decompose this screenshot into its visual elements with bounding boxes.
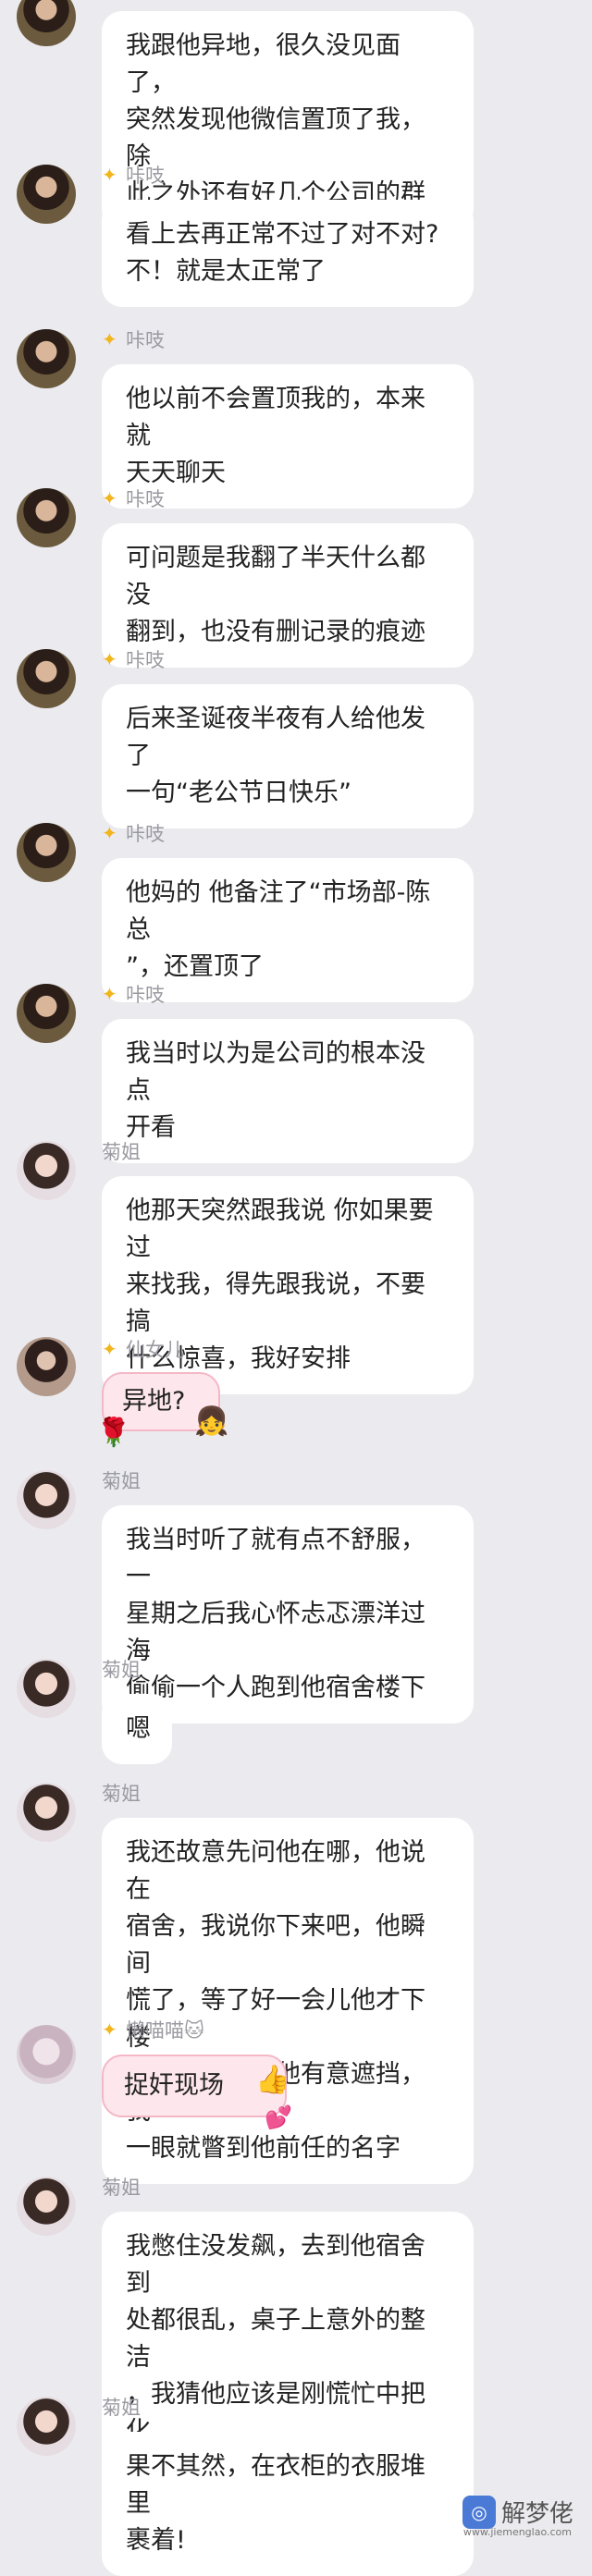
sender-name: 菊姐 <box>102 1470 141 1492</box>
avatar[interactable] <box>17 823 76 882</box>
sender-name: ✦ 咔吱 <box>102 487 165 510</box>
message-bubble: 我跟他异地，很久没见面了， 突然发现他微信置顶了我，除 此之外还有好几个公司的群 <box>102 11 474 229</box>
sender-name: 菊姐 <box>102 2397 141 2419</box>
star-badge-icon: ✦ <box>102 487 117 509</box>
sender-name: 菊姐 <box>102 2177 141 2199</box>
avatar[interactable] <box>17 329 76 388</box>
avatar[interactable] <box>17 1783 76 1842</box>
avatar[interactable] <box>17 488 76 547</box>
avatar[interactable] <box>17 2177 76 2236</box>
message-bubble: 我当时听了就有点不舒服，一 星期之后我心怀忐忑漂洋过海 偷偷一个人跑到他宿舍楼下 <box>102 1505 474 1723</box>
star-badge-icon: ✦ <box>102 2018 117 2041</box>
sender-name: 菊姐 <box>102 1783 141 1805</box>
message-bubble: 我当时以为是公司的根本没点 开看 <box>102 1019 474 1163</box>
sender-name: ✦ 仙女儿 <box>102 1338 184 1361</box>
heart-sticker-icon: 💕 <box>265 2104 292 2130</box>
avatar[interactable] <box>17 0 76 46</box>
avatar[interactable] <box>17 1470 76 1529</box>
sender-name: 菊姐 <box>102 1141 141 1163</box>
avatar[interactable] <box>17 2025 76 2084</box>
avatar[interactable] <box>17 1659 76 1718</box>
thumbs-up-icon: 👍 <box>255 2064 290 2096</box>
avatar[interactable] <box>17 984 76 1043</box>
avatar[interactable] <box>17 2397 76 2456</box>
watermark: ◎ 解梦佬 <box>462 2495 574 2529</box>
message-bubble: 果不其然，在衣柜的衣服堆里 裹着! <box>102 2432 474 2576</box>
star-badge-icon: ✦ <box>102 1338 117 1360</box>
avatar[interactable] <box>17 649 76 708</box>
sender-name: ✦ 咔吱 <box>102 648 165 671</box>
avatar[interactable] <box>17 1141 76 1200</box>
girl-sticker-icon: 👧 <box>194 1405 229 1438</box>
message-bubble: 看上去再正常不过了对不对? 不！就是太正常了 <box>102 200 474 307</box>
brand-logo-icon: ◎ <box>462 2495 496 2529</box>
star-badge-icon: ✦ <box>102 983 117 1005</box>
sender-name: ✦ 懒喵喵🐱 <box>102 2018 204 2042</box>
rose-sticker-icon: 🌹 <box>96 1417 131 1449</box>
watermark-brand: 解梦佬 <box>500 2500 574 2528</box>
avatar[interactable] <box>17 165 76 224</box>
avatar[interactable] <box>17 1337 76 1396</box>
star-badge-icon: ✦ <box>102 328 117 350</box>
star-badge-icon: ✦ <box>102 822 117 844</box>
star-badge-icon: ✦ <box>102 648 117 670</box>
sender-name: ✦ 咔吱 <box>102 822 165 845</box>
star-badge-icon: ✦ <box>102 164 117 186</box>
sender-name: ✦ 咔吱 <box>102 164 165 187</box>
sender-name: ✦ 咔吱 <box>102 983 165 1006</box>
watermark-url: www.jiemenglao.com <box>462 2526 572 2538</box>
sender-name: ✦ 咔吱 <box>102 328 165 351</box>
sender-name: 菊姐 <box>102 1659 141 1681</box>
message-bubble: 后来圣诞夜半夜有人给他发了 一句“老公节日快乐” <box>102 684 474 828</box>
message-bubble: 嗯 <box>102 1694 172 1764</box>
